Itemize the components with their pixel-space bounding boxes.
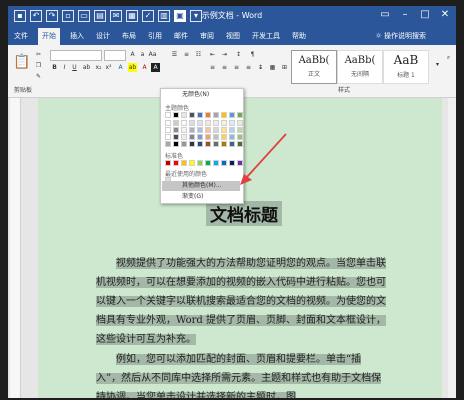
word-window: ▪ ↶ ↷ ▫ ▭ ▤ ✉ ▦ ✓ ▥ ▣ ▾ 示例文档 - Word ▭ – … <box>8 6 456 398</box>
arrow-head <box>240 174 252 185</box>
arrow-shaft <box>245 133 287 179</box>
annotation-arrow <box>240 133 287 185</box>
